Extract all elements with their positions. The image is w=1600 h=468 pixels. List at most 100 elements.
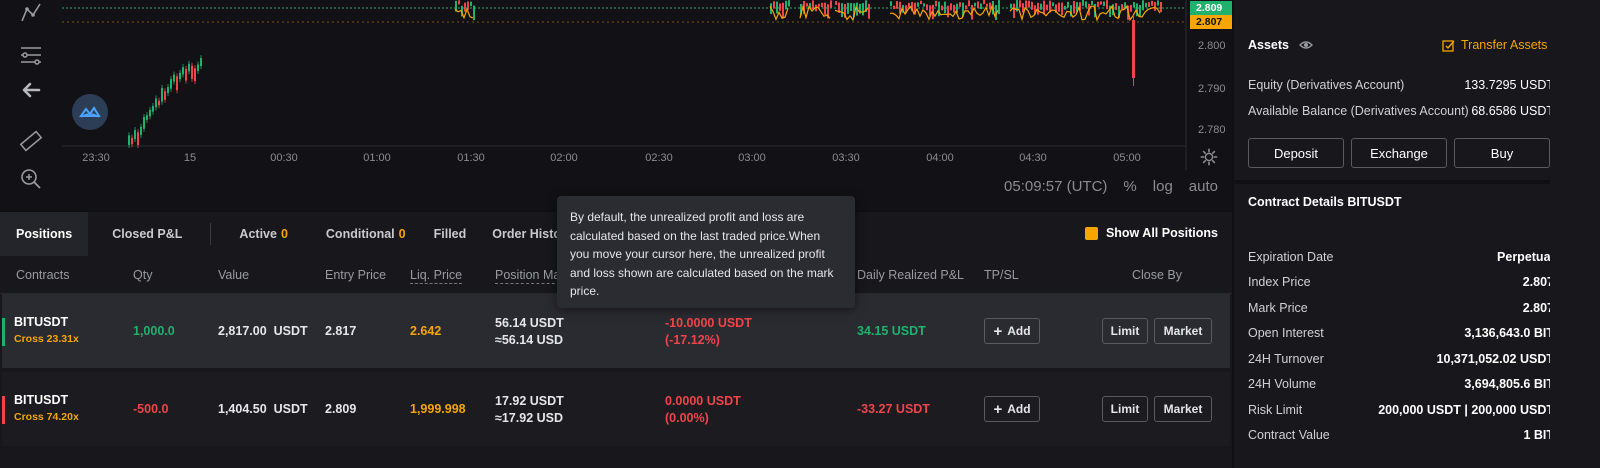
close-market-button[interactable]: Market bbox=[1154, 318, 1212, 344]
candle-body bbox=[1025, 0, 1027, 8]
transfer-label: Transfer Assets bbox=[1461, 38, 1548, 52]
candle-body bbox=[458, 0, 460, 5]
header-position-margin[interactable]: Position Ma bbox=[495, 268, 561, 284]
pattern-tool[interactable] bbox=[14, 0, 48, 30]
tab-positions[interactable]: Positions bbox=[0, 212, 89, 256]
auto-scale-toggle[interactable]: auto bbox=[1189, 178, 1218, 195]
transfer-assets-link[interactable]: Transfer Assets bbox=[1442, 38, 1547, 52]
unrealized-pnl[interactable]: 0.0000 USDT (0.00%) bbox=[665, 393, 741, 427]
back-tool[interactable] bbox=[14, 73, 48, 107]
tab-conditional[interactable]: Conditional 0 bbox=[302, 212, 420, 256]
time-tick: 03:00 bbox=[738, 152, 766, 164]
eye-icon[interactable] bbox=[1299, 40, 1313, 50]
detail-label: Index Price bbox=[1248, 275, 1311, 289]
candle-body bbox=[140, 126, 142, 135]
close-market-button[interactable]: Market bbox=[1154, 396, 1212, 422]
exchange-button[interactable]: Exchange bbox=[1351, 138, 1447, 168]
checkbox-checked-icon bbox=[1084, 226, 1098, 240]
time-tick: 15 bbox=[183, 152, 197, 164]
candle-body bbox=[473, 5, 475, 21]
short-indicator bbox=[2, 396, 5, 424]
candle-body bbox=[194, 68, 196, 82]
candle-body bbox=[968, 0, 970, 7]
candle-body bbox=[998, 0, 1000, 15]
candle-body bbox=[1103, 1, 1105, 6]
show-all-positions-toggle[interactable]: Show All Positions bbox=[1084, 226, 1218, 240]
time-tick: 03:30 bbox=[832, 152, 860, 164]
unrealized-value: 0.0000 USDT bbox=[665, 394, 741, 408]
percent-scale-toggle[interactable]: % bbox=[1123, 178, 1136, 195]
leverage[interactable]: Cross 23.31x bbox=[14, 333, 79, 345]
position-margin[interactable]: 17.92 USDT ≈17.92 USD bbox=[495, 393, 564, 427]
candle-body bbox=[197, 64, 199, 71]
position-margin[interactable]: 56.14 USDT ≈56.14 USD bbox=[495, 315, 564, 349]
candle-body bbox=[1037, 2, 1039, 15]
candle-body bbox=[1040, 3, 1042, 10]
page-scroll-area[interactable] bbox=[1550, 0, 1600, 468]
close-limit-button[interactable]: Limit bbox=[1102, 318, 1148, 344]
candle-body bbox=[776, 1, 778, 14]
ruler-icon bbox=[19, 130, 43, 152]
price-chart[interactable]: 2.800 2.790 2.780 2.809 2.807 23:30 15 0… bbox=[0, 0, 1232, 210]
candle-body bbox=[1013, 3, 1015, 18]
detail-row: Mark Price 2.807 bbox=[1248, 301, 1554, 315]
candle-body bbox=[464, 2, 466, 12]
assets-title: Assets bbox=[1248, 38, 1289, 52]
candle-body bbox=[185, 68, 187, 81]
mark-price-tag: 2.807 bbox=[1190, 15, 1232, 29]
close-limit-button[interactable]: Limit bbox=[1102, 396, 1148, 422]
candle-body bbox=[152, 105, 154, 112]
pattern-icon bbox=[21, 3, 41, 22]
detail-row: Expiration Date Perpetual bbox=[1248, 250, 1554, 264]
detail-row: Index Price 2.807 bbox=[1248, 275, 1554, 289]
candle-body bbox=[950, 3, 952, 11]
detail-label: Mark Price bbox=[1248, 301, 1308, 315]
entry-price: 2.809 bbox=[325, 402, 357, 416]
add-tpsl-button[interactable]: + Add bbox=[984, 318, 1040, 344]
time-tick: 04:30 bbox=[1019, 152, 1047, 164]
candle-body bbox=[1019, 0, 1021, 8]
time-tick: 23:30 bbox=[82, 152, 110, 164]
leverage[interactable]: Cross 74.20x bbox=[14, 411, 79, 423]
price-tick: 2.800 bbox=[1198, 40, 1226, 52]
detail-label: Risk Limit bbox=[1248, 403, 1303, 417]
candle-body bbox=[824, 2, 826, 15]
candle-body bbox=[1082, 0, 1084, 6]
chart-settings-icon[interactable] bbox=[1200, 148, 1218, 166]
candle-body bbox=[959, 2, 961, 7]
header-liq-price[interactable]: Liq. Price bbox=[410, 268, 463, 284]
candle-body bbox=[923, 3, 925, 7]
candle-body bbox=[1046, 4, 1048, 11]
unrealized-value: -10.0000 USDT bbox=[665, 316, 752, 330]
candle-body bbox=[821, 2, 823, 8]
qty: -500.0 bbox=[133, 402, 169, 416]
detail-row: Risk Limit 200,000 USDT | 200,000 USDT bbox=[1248, 403, 1554, 417]
unrealized-pnl[interactable]: -10.0000 USDT (-17.12%) bbox=[665, 315, 752, 349]
buy-button[interactable]: Buy bbox=[1454, 138, 1550, 168]
header-value: Value bbox=[218, 268, 250, 282]
candle-body bbox=[868, 3, 870, 19]
candle-body bbox=[935, 0, 937, 7]
header-close-by: Close By bbox=[1132, 268, 1183, 282]
candle-body bbox=[782, 2, 784, 18]
time-tick: 04:00 bbox=[926, 152, 954, 164]
candle-body bbox=[953, 4, 955, 13]
add-tpsl-button[interactable]: + Add bbox=[984, 396, 1040, 422]
candle-body bbox=[182, 67, 184, 75]
ruler-tool[interactable] bbox=[14, 124, 48, 158]
tab-active[interactable]: Active 0 bbox=[225, 212, 301, 256]
available-balance-value: 68.6586 USDT bbox=[1471, 104, 1554, 118]
candle-body bbox=[773, 1, 775, 9]
fib-tool[interactable] bbox=[14, 38, 48, 72]
tab-closed-pnl[interactable]: Closed P&L bbox=[88, 212, 196, 256]
candle-body bbox=[191, 65, 193, 79]
candle-body bbox=[179, 72, 181, 80]
log-scale-toggle[interactable]: log bbox=[1153, 178, 1173, 195]
deposit-button[interactable]: Deposit bbox=[1248, 138, 1344, 168]
utc-clock: 05:09:57 (UTC) bbox=[1004, 178, 1108, 195]
section-divider bbox=[1234, 180, 1600, 184]
candle-body bbox=[917, 2, 919, 7]
zoom-tool[interactable] bbox=[14, 162, 48, 196]
candle-body bbox=[920, 0, 922, 5]
tab-filled[interactable]: Filled bbox=[420, 212, 481, 256]
